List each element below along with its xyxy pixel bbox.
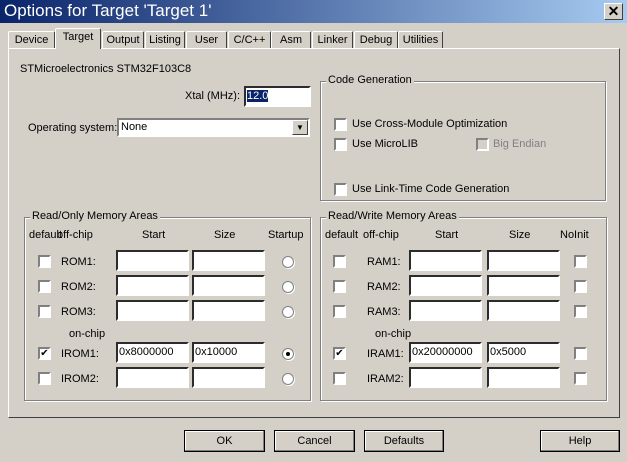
rw-size-input[interactable] [487,275,560,296]
rw-group-title: Read/Write Memory Areas [326,210,459,222]
tab-target[interactable]: Target [55,28,101,49]
xtal-label: Xtal (MHz): [170,90,240,102]
cross-module-label: Use Cross-Module Optimization [352,118,507,130]
chevron-down-icon[interactable]: ▼ [292,120,308,135]
ltcg-label: Use Link-Time Code Generation [352,183,509,195]
rw-default-checkbox[interactable] [333,280,346,293]
big-endian-label: Big Endian [493,138,546,150]
tab-device[interactable]: Device [8,31,55,49]
microlib-label: Use MicroLIB [352,138,418,150]
noinit-checkbox[interactable] [574,280,587,293]
rw-default-checkbox[interactable] [333,305,346,318]
ro-size-input[interactable] [192,275,265,296]
ro-header: Startup [268,229,303,241]
rw-row-label: IRAM2: [367,373,404,385]
window-title: Options for Target 'Target 1' [4,1,211,21]
cross-module-checkbox[interactable] [334,118,347,131]
rw-row-label: RAM3: [367,306,401,318]
rw-header: default [325,229,358,241]
rw-default-checkbox[interactable]: ✔ [333,347,346,360]
microlib-checkbox[interactable] [334,138,347,151]
ro-row-label: IROM1: [61,348,99,360]
ro-start-input[interactable] [116,250,189,271]
ro-size-input[interactable] [192,300,265,321]
ro-row-label: ROM2: [61,281,96,293]
os-select[interactable]: None ▼ [117,118,310,137]
tab-output[interactable]: Output [102,31,144,49]
noinit-checkbox[interactable] [574,347,587,360]
ro-size-input[interactable] [192,367,265,388]
xtal-value: 12.0 [247,90,268,102]
tab-asm[interactable]: Asm [271,31,311,49]
close-button[interactable]: ✕ [604,3,623,20]
ok-button[interactable]: OK [184,430,265,452]
tab-utilities[interactable]: Utilities [398,31,443,49]
rw-default-checkbox[interactable] [333,372,346,385]
noinit-checkbox[interactable] [574,305,587,318]
tab-debug[interactable]: Debug [354,31,398,49]
rw-start-input[interactable] [409,300,482,321]
ro-header: off-chip [57,229,93,241]
ro-default-checkbox[interactable] [38,255,51,268]
ro-row-label: IROM2: [61,373,99,385]
ro-group-title: Read/Only Memory Areas [30,210,160,222]
rw-default-checkbox[interactable] [333,255,346,268]
help-button[interactable]: Help [540,430,620,452]
rw-start-input[interactable] [409,367,482,388]
rw-start-input[interactable] [409,275,482,296]
startup-radio[interactable] [282,348,294,360]
ro-onchip-label: on-chip [69,328,105,340]
startup-radio[interactable] [282,281,294,293]
rw-onchip-label: on-chip [375,328,411,340]
rw-size-input[interactable] [487,300,560,321]
rw-header: off-chip [363,229,399,241]
startup-radio[interactable] [282,373,294,385]
ro-header: Start [142,229,165,241]
ro-row-label: ROM1: [61,256,96,268]
rw-header: Size [509,229,530,241]
startup-radio[interactable] [282,256,294,268]
cancel-button[interactable]: Cancel [274,430,355,452]
ro-size-input[interactable] [192,250,265,271]
noinit-checkbox[interactable] [574,255,587,268]
startup-radio[interactable] [282,306,294,318]
rw-row-label: IRAM1: [367,348,404,360]
ro-default-checkbox[interactable] [38,305,51,318]
ro-start-input[interactable] [116,367,189,388]
device-name: STMicroelectronics STM32F103C8 [20,63,191,75]
big-endian-checkbox[interactable] [476,138,489,151]
defaults-button[interactable]: Defaults [364,430,444,452]
rw-size-input[interactable]: 0x5000 [487,342,560,363]
ro-start-input[interactable]: 0x8000000 [116,342,189,363]
xtal-input[interactable]: 12.0 [244,86,311,107]
os-label: Operating system: [28,122,117,134]
rw-size-input[interactable] [487,367,560,388]
ro-start-input[interactable] [116,300,189,321]
rw-row-label: RAM1: [367,256,401,268]
rw-start-input[interactable] [409,250,482,271]
rw-header: NoInit [560,229,589,241]
tab-user[interactable]: User [186,31,227,49]
ro-default-checkbox[interactable] [38,280,51,293]
code-generation-title: Code Generation [326,74,414,86]
tab-linker[interactable]: Linker [312,31,353,49]
rw-header: Start [435,229,458,241]
ro-default-checkbox[interactable]: ✔ [38,347,51,360]
ltcg-checkbox[interactable] [334,183,347,196]
ro-start-input[interactable] [116,275,189,296]
rw-row-label: RAM2: [367,281,401,293]
ro-row-label: ROM3: [61,306,96,318]
ro-default-checkbox[interactable] [38,372,51,385]
rw-size-input[interactable] [487,250,560,271]
rw-start-input[interactable]: 0x20000000 [409,342,482,363]
os-value: None [121,121,147,133]
ro-header: Size [214,229,235,241]
ro-size-input[interactable]: 0x10000 [192,342,265,363]
noinit-checkbox[interactable] [574,372,587,385]
tab-listing[interactable]: Listing [145,31,185,49]
tab-cc[interactable]: C/C++ [228,31,271,49]
